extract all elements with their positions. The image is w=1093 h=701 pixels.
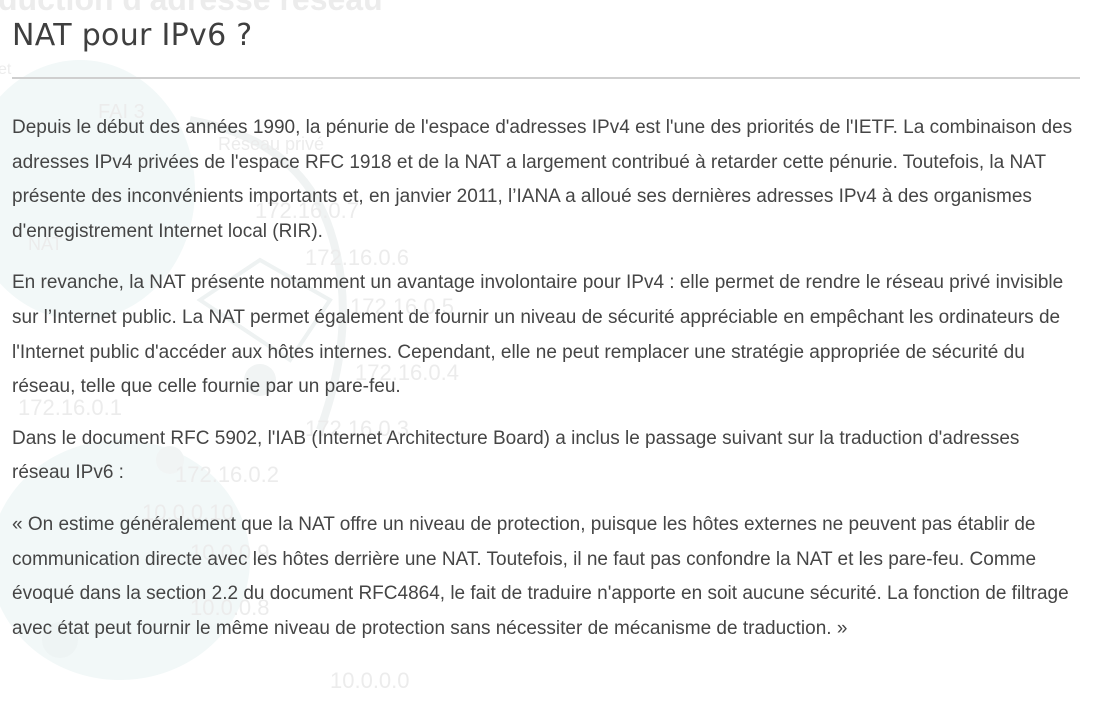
background-label: 10.0.0.0 bbox=[330, 668, 410, 693]
title-divider bbox=[12, 77, 1080, 79]
page-title: NAT pour IPv6 ? bbox=[12, 18, 253, 53]
paragraph-rfc5902: Dans le document RFC 5902, l'IAB (Intern… bbox=[12, 427, 1020, 484]
main-content: NAT pour IPv6 ? Depuis le début des anné… bbox=[0, 0, 1093, 646]
paragraph-intro: Depuis le début des années 1990, la pénu… bbox=[12, 117, 1073, 242]
paragraph-advantage: En revanche, la NAT présente notamment u… bbox=[12, 272, 1064, 398]
paragraph-quote: « On estime généralement que la NAT offr… bbox=[12, 513, 1069, 639]
